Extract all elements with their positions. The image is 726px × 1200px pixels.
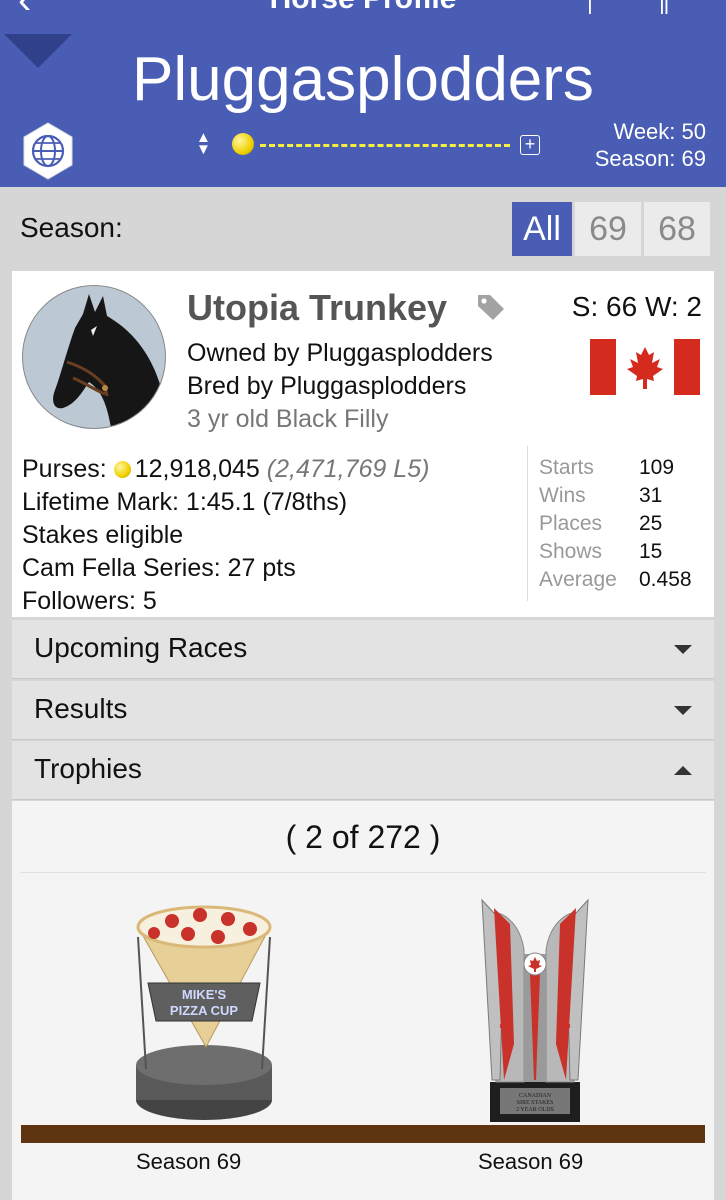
results-section[interactable]: Results: [12, 681, 714, 740]
stat-row: Average 0.458: [539, 566, 692, 594]
chevron-up-icon[interactable]: [674, 766, 692, 775]
trophies-panel: ( 2 of 272 ) MIKE'S PIZZA CUP CANADIAN S…: [12, 801, 714, 1200]
horse-head-image: [53, 294, 165, 428]
stat-value: 109: [639, 456, 675, 479]
bred-by: Bred by Pluggasplodders: [187, 372, 467, 400]
stat-label: Shows: [539, 540, 603, 563]
week-slider[interactable]: ▲ ▼ +: [196, 130, 546, 159]
trophies-label: Trophies: [34, 753, 142, 784]
plaque-line3: 2 YEAR OLDS: [516, 1107, 554, 1113]
results-label: Results: [34, 693, 128, 724]
stat-label: Average: [539, 568, 617, 591]
stat-value: 15: [639, 540, 663, 563]
trophy-count: ( 2 of 272 ): [285, 819, 441, 855]
purses-value: 12,918,045: [134, 455, 260, 483]
slider-coin-handle[interactable]: [232, 133, 254, 155]
trophy-shelf: [21, 1125, 705, 1143]
canada-flag-icon: [590, 339, 700, 395]
plaque-line2: SIRE STAKES: [517, 1100, 554, 1106]
pizza-cup-trophy[interactable]: MIKE'S PIZZA CUP: [124, 897, 284, 1127]
trophy-caption: Season 69: [478, 1149, 584, 1174]
chevron-down-icon[interactable]: [674, 706, 692, 715]
horse-avatar: [22, 285, 166, 429]
plus-box-icon[interactable]: +: [520, 135, 540, 155]
stat-label: Wins: [539, 484, 586, 507]
coin-icon: [113, 461, 131, 478]
season-label-header: Season: 69: [594, 146, 706, 171]
stats-table: Starts 109 Wins 31 Places 25 Shows 15 Averag…: [539, 454, 692, 594]
week-season-info: Week: 50 Season: 69: [595, 118, 706, 172]
followers-count: Followers: 5: [22, 587, 157, 615]
horse-ownership: Owned by Pluggasplodders Bred by Pluggas…: [187, 337, 493, 436]
trophy-caption: Season 69: [136, 1149, 242, 1174]
upcoming-races-label: Upcoming Races: [34, 632, 248, 663]
stats-divider: [527, 446, 528, 601]
stakes-eligible: Stakes eligible: [22, 521, 184, 549]
horse-name: Utopia Trunkey: [187, 287, 448, 328]
pizza-banner-line2: PIZZA CUP: [170, 1003, 238, 1018]
menu-icon[interactable]: │: [583, 0, 599, 13]
purses-label: Purses:: [22, 455, 107, 483]
owned-by: Owned by Pluggasplodders: [187, 339, 493, 367]
stat-row: Wins 31: [539, 482, 692, 510]
stat-label: Places: [539, 512, 603, 535]
purses-row: Purses: 12,918,045 (2,471,769 L5): [22, 453, 429, 486]
tag-icon[interactable]: [475, 291, 507, 323]
stat-label: Starts: [539, 456, 594, 479]
stat-row: Places 25: [539, 510, 692, 538]
stat-value: 25: [639, 512, 663, 535]
slider-track: [260, 144, 510, 147]
sort-arrows-icon[interactable]: ▲ ▼: [196, 130, 211, 157]
pizza-banner-line1: MIKE'S: [182, 987, 227, 1002]
stat-row: Shows 15: [539, 538, 692, 566]
season-filter-row: Season: All 69 68: [0, 187, 726, 271]
season-option-all[interactable]: All: [512, 202, 572, 256]
plaque-line1: CANADIAN: [519, 1093, 552, 1099]
series-points: Cam Fella Series: 27 pts: [22, 554, 296, 582]
horse-details: Purses: 12,918,045 (2,471,769 L5) Lifeti…: [22, 453, 429, 618]
starts-wins-summary: S: 66 W: 2: [571, 291, 702, 322]
upcoming-races-section[interactable]: Upcoming Races: [12, 620, 714, 679]
chevron-down-icon[interactable]: [674, 645, 692, 654]
stat-row: Starts 109: [539, 454, 692, 482]
age-description: 3 yr old Black Filly: [187, 405, 389, 433]
week-label: Week: 50: [613, 119, 706, 144]
header-bar: ‹ Horse Profile │ ║ Pluggasplodders ▲▼ +…: [0, 0, 726, 187]
canadian-sire-stakes-trophy[interactable]: CANADIAN SIRE STAKES 2 YEAR OLDS: [470, 894, 600, 1124]
trophy-divider: [20, 872, 706, 873]
horse-card: Utopia Trunkey S: 66 W: 2 Owned by Plugg…: [12, 271, 714, 617]
grid-icon[interactable]: ║: [655, 0, 673, 13]
stat-value: 31: [639, 484, 663, 507]
season-option-69[interactable]: 69: [575, 202, 641, 256]
season-filter-label: Season:: [20, 212, 123, 243]
purses-l5: (2,471,769 L5): [266, 455, 430, 483]
nav-title: Horse Profile: [0, 0, 726, 16]
globe-icon[interactable]: [18, 121, 78, 181]
stat-value: 0.458: [639, 568, 692, 591]
stable-name: Pluggasplodders: [132, 45, 594, 114]
trophies-section[interactable]: Trophies: [12, 741, 714, 800]
lifetime-mark: Lifetime Mark: 1:45.1 (7/8ths): [22, 488, 348, 516]
season-option-68[interactable]: 68: [644, 202, 710, 256]
